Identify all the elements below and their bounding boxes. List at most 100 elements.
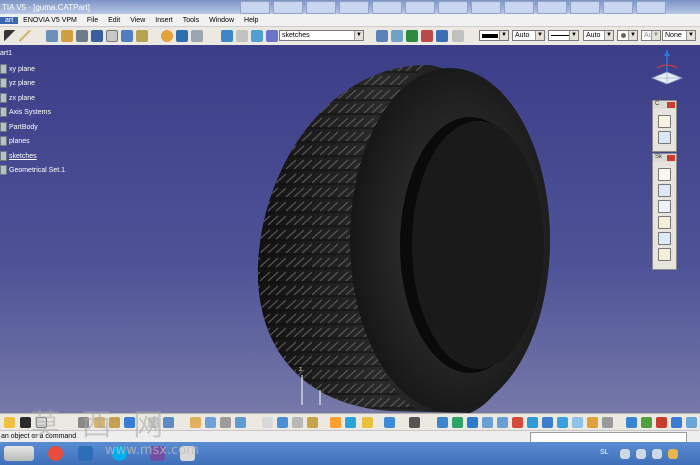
tree-item-planes[interactable]: planes — [0, 136, 30, 146]
swap-icon[interactable] — [292, 417, 303, 428]
inertia-icon[interactable] — [235, 417, 246, 428]
remove-lump-icon[interactable] — [452, 30, 464, 42]
window-tab-10[interactable] — [537, 1, 567, 14]
tree-item-yz-plane[interactable]: yz plane — [0, 78, 35, 88]
zoom-out-icon[interactable] — [497, 417, 508, 428]
menu-part[interactable]: art — [0, 16, 19, 24]
menu-insert[interactable]: Insert — [150, 17, 178, 24]
chamfer-icon[interactable] — [176, 30, 188, 42]
sketch-selector[interactable]: sketches ▼ — [279, 30, 364, 41]
assemble-icon[interactable] — [391, 30, 403, 42]
menu-file[interactable]: File — [82, 17, 103, 24]
environment-icon[interactable] — [686, 417, 697, 428]
window-tab-12[interactable] — [603, 1, 633, 14]
rotate-icon[interactable] — [345, 417, 356, 428]
window-tab-4[interactable] — [339, 1, 369, 14]
profile-icon[interactable] — [658, 200, 671, 213]
apply-material-icon[interactable] — [307, 417, 318, 428]
measure-item-icon[interactable] — [220, 417, 231, 428]
window-tab-9[interactable] — [504, 1, 534, 14]
layer-filter-selector[interactable]: None ▼ — [662, 30, 696, 41]
linetype-selector[interactable]: ▼ — [548, 30, 579, 41]
tree-item-part[interactable]: art1 — [0, 50, 12, 57]
fly-mode-icon[interactable] — [330, 417, 341, 428]
sections-icon[interactable] — [602, 417, 613, 428]
window-tab-8[interactable] — [471, 1, 501, 14]
pocket-icon[interactable] — [61, 30, 73, 42]
close-icon[interactable] — [667, 102, 675, 108]
tree-item-geometrical-set[interactable]: Geometrical Set.1 — [0, 165, 65, 175]
normal-view-icon[interactable] — [384, 417, 395, 428]
menu-view[interactable]: View — [125, 17, 150, 24]
plane-icon[interactable] — [19, 30, 31, 42]
pan-icon[interactable] — [452, 417, 463, 428]
window-tab-5[interactable] — [372, 1, 402, 14]
turntable-icon[interactable] — [671, 417, 682, 428]
pattern-icon[interactable] — [251, 30, 263, 42]
pad-icon[interactable] — [46, 30, 58, 42]
close-icon[interactable] — [667, 155, 675, 161]
tree-item-sketches[interactable]: sketches — [0, 151, 37, 161]
shaft-icon[interactable] — [76, 30, 88, 42]
window-tab-2[interactable] — [273, 1, 303, 14]
mirror-icon[interactable] — [236, 30, 248, 42]
point-style-selector[interactable]: ▼ — [617, 30, 638, 41]
rectangle-icon[interactable] — [658, 216, 671, 229]
catalog-icon[interactable] — [190, 417, 201, 428]
network-icon[interactable] — [636, 449, 646, 459]
scene-icon[interactable] — [641, 417, 652, 428]
tray-icon[interactable] — [620, 449, 630, 459]
shading-icon[interactable] — [557, 417, 568, 428]
window-tab-6[interactable] — [405, 1, 435, 14]
add-icon[interactable] — [406, 30, 418, 42]
remove-icon[interactable] — [421, 30, 433, 42]
transparency-selector[interactable]: Auto ▼ — [512, 30, 545, 41]
circle-icon[interactable] — [658, 232, 671, 245]
normal-icon[interactable] — [512, 417, 523, 428]
notification-icon[interactable] — [668, 449, 678, 459]
render-icon[interactable] — [626, 417, 637, 428]
multi-view-icon[interactable] — [527, 417, 538, 428]
select-icon[interactable] — [4, 417, 15, 428]
coordinate-icon[interactable] — [206, 30, 218, 42]
rotate-view-icon[interactable] — [467, 417, 478, 428]
tree-item-zx-plane[interactable]: zx plane — [0, 93, 35, 103]
window-tab-1[interactable] — [240, 1, 270, 14]
explorer-icon[interactable] — [78, 446, 93, 461]
menu-window[interactable]: Window — [204, 17, 239, 24]
tree-item-axis-systems[interactable]: Axis Systems — [0, 107, 51, 117]
constraint-dialog-icon[interactable] — [658, 131, 671, 144]
window-tab-7[interactable] — [438, 1, 468, 14]
layer-selector[interactable]: Aut ▼ — [641, 30, 661, 41]
volume-icon[interactable] — [652, 449, 662, 459]
light-icon[interactable] — [362, 417, 373, 428]
menu-help[interactable]: Help — [239, 17, 263, 24]
hole-icon[interactable] — [106, 30, 118, 42]
3d-viewport[interactable]: z art1 xy plane yz plane zx plane Axis S… — [0, 45, 700, 413]
measure-icon[interactable] — [205, 417, 216, 428]
fit-all-icon[interactable] — [437, 417, 448, 428]
slot-icon[interactable] — [136, 30, 148, 42]
spline-icon[interactable] — [658, 248, 671, 261]
tree-item-partbody[interactable]: PartBody — [0, 122, 38, 132]
positioned-sketch-icon[interactable] — [658, 184, 671, 197]
axis-system-icon[interactable] — [262, 417, 273, 428]
draft-icon[interactable] — [191, 30, 203, 42]
body-icon[interactable] — [376, 30, 388, 42]
hide-show-icon[interactable] — [277, 417, 288, 428]
scale-icon[interactable] — [266, 30, 278, 42]
groove-icon[interactable] — [91, 30, 103, 42]
quick-render-icon[interactable] — [656, 417, 667, 428]
hide-icon[interactable] — [572, 417, 583, 428]
sketcher-icon[interactable] — [658, 168, 671, 181]
fillet-icon[interactable] — [161, 30, 173, 42]
window-tab-13[interactable] — [636, 1, 666, 14]
compass-icon[interactable] — [647, 48, 687, 90]
menu-edit[interactable]: Edit — [103, 17, 125, 24]
constraint-icon[interactable] — [658, 115, 671, 128]
rib-icon[interactable] — [121, 30, 133, 42]
menu-enovia[interactable]: ENOVIA V5 VPM — [18, 17, 82, 24]
thickness-selector[interactable]: Auto ▼ — [583, 30, 614, 41]
transform-icon[interactable] — [221, 30, 233, 42]
intersect-icon[interactable] — [436, 30, 448, 42]
